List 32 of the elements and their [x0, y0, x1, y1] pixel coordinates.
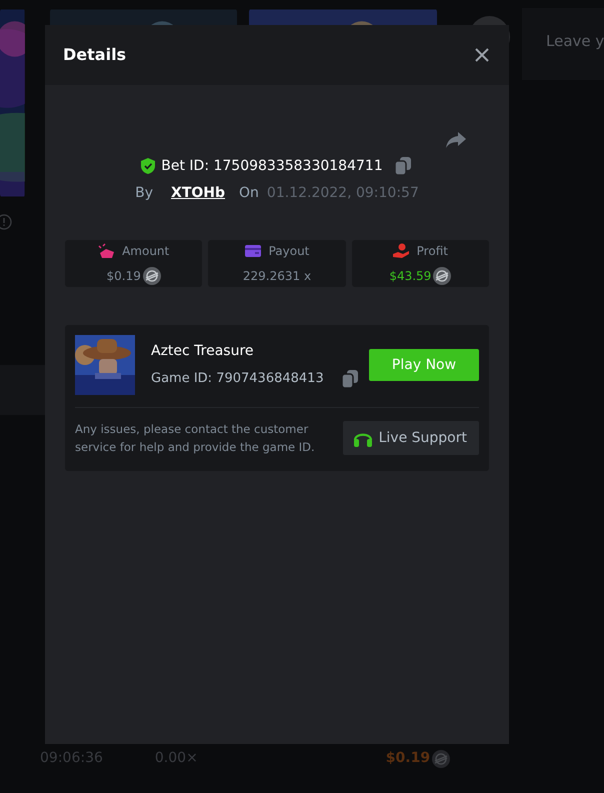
stat-label: Profit	[416, 243, 448, 260]
stat-label: Amount	[122, 243, 170, 260]
coin-icon	[142, 267, 161, 285]
share-icon	[445, 131, 467, 149]
card-icon	[244, 243, 261, 259]
stat-value: $43.59	[389, 268, 432, 285]
copy-button[interactable]	[340, 368, 360, 390]
live-support-button[interactable]: Live Support	[342, 421, 479, 456]
side-panel	[0, 365, 45, 415]
stat-value: 229.2631 x	[242, 268, 312, 285]
coin-icon	[432, 750, 450, 768]
game-name: Aztec Treasure	[151, 342, 255, 360]
coin-icon	[433, 267, 452, 285]
game-id: Game ID: 7907436848413	[151, 370, 324, 388]
user-link[interactable]: XTOHb	[171, 183, 226, 204]
dialog-title: Details	[63, 44, 126, 66]
bet-amount: $0.19	[386, 749, 430, 768]
by-label: By	[135, 184, 154, 203]
on-label: On	[239, 184, 259, 203]
stat-value: $0.19	[106, 268, 141, 285]
close-button[interactable]	[473, 46, 491, 64]
copy-button[interactable]	[392, 155, 413, 177]
bet-date: 01.12.2022, 09:10:57	[266, 184, 419, 203]
shield-check-icon	[141, 158, 156, 174]
copy-icon	[342, 370, 358, 388]
bet-id: Bet ID: 1750983358330184711	[161, 156, 383, 176]
stat-label: Payout	[268, 243, 310, 260]
info-icon	[0, 214, 12, 230]
help-text: Any issues, please contact the customer service for help and provide the game ID.	[75, 421, 316, 456]
close-icon	[475, 48, 489, 62]
copy-icon	[394, 157, 411, 175]
hand-coin-icon	[392, 243, 409, 259]
